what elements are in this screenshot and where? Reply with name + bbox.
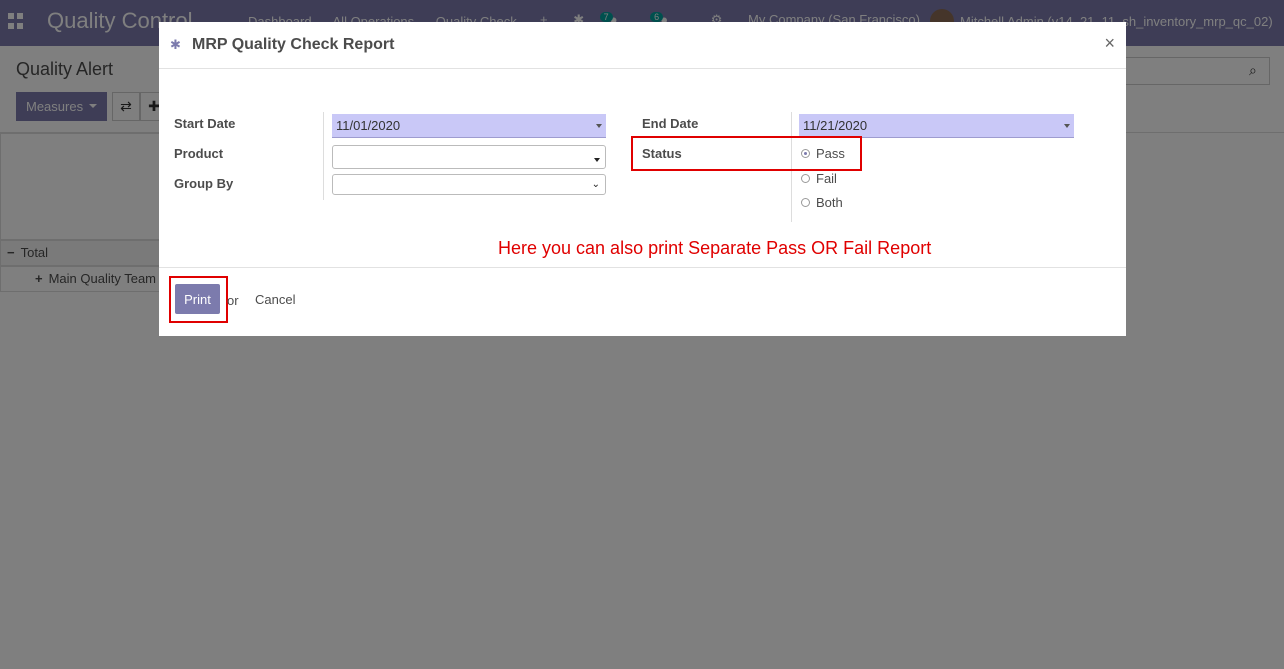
start-date-field[interactable]: 11/01/2020 (332, 114, 606, 138)
or-text: or (227, 293, 239, 308)
field-divider (323, 112, 324, 200)
start-date-label: Start Date (174, 116, 236, 131)
status-radio-both[interactable]: Both (801, 195, 843, 210)
close-icon[interactable]: × (1104, 34, 1115, 52)
end-date-field[interactable]: 11/21/2020 (799, 114, 1074, 138)
radio-unchecked-icon[interactable] (801, 198, 810, 208)
group-by-select[interactable]: ⌄ (332, 174, 606, 195)
quality-check-report-dialog: ✱ MRP Quality Check Report × Start Date … (159, 22, 1126, 336)
status-option-label: Both (816, 195, 843, 210)
print-highlight-box (169, 276, 228, 323)
status-radio-fail[interactable]: Fail (801, 171, 837, 186)
end-date-value: 11/21/2020 (803, 118, 868, 133)
bug-icon: ✱ (170, 37, 181, 52)
modal-title: MRP Quality Check Report (192, 36, 395, 53)
caret-down-icon (596, 124, 602, 128)
modal-header: ✱ MRP Quality Check Report × (159, 22, 1126, 69)
status-option-label: Fail (816, 171, 837, 186)
annotation-text: Here you can also print Separate Pass OR… (498, 238, 932, 258)
start-date-value: 11/01/2020 (336, 118, 401, 133)
chevron-down-icon: ⌄ (591, 179, 600, 190)
product-label: Product (174, 146, 224, 161)
caret-down-icon (594, 158, 600, 162)
radio-unchecked-icon[interactable] (801, 174, 810, 184)
caret-down-icon (1064, 124, 1070, 128)
cancel-button[interactable]: Cancel (255, 292, 295, 307)
product-field[interactable] (332, 145, 606, 169)
modal-footer-divider (159, 267, 1126, 268)
status-highlight-box (631, 136, 862, 171)
group-by-label: Group By (174, 176, 234, 191)
end-date-label: End Date (642, 116, 699, 131)
